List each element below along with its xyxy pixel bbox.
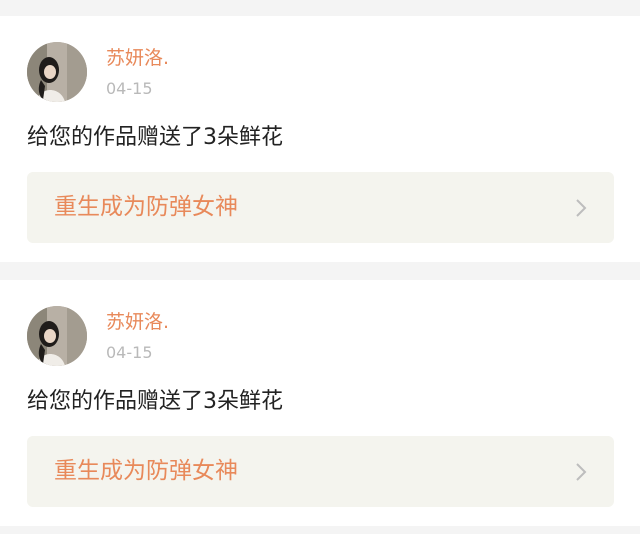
work-link[interactable]: 重生成为防弹女神 — [27, 172, 614, 243]
notification-message: 给您的作品赠送了3朵鲜花 — [27, 125, 283, 150]
notification-feed: 苏妍洛. 04-15 给您的作品赠送了3朵鲜花 重生成为防弹女神 苏妍洛. 04… — [0, 0, 640, 534]
notification-card: 苏妍洛. 04-15 给您的作品赠送了3朵鲜花 重生成为防弹女神 — [0, 16, 640, 262]
work-title: 重生成为防弹女神 — [54, 194, 238, 220]
timestamp: 04-15 — [106, 343, 153, 362]
avatar[interactable] — [27, 42, 87, 102]
timestamp: 04-15 — [106, 79, 153, 98]
username[interactable]: 苏妍洛. — [106, 310, 169, 334]
work-title: 重生成为防弹女神 — [54, 458, 238, 484]
chevron-right-icon — [576, 199, 587, 217]
work-link[interactable]: 重生成为防弹女神 — [27, 436, 614, 507]
username[interactable]: 苏妍洛. — [106, 46, 169, 70]
avatar[interactable] — [27, 306, 87, 366]
notification-message: 给您的作品赠送了3朵鲜花 — [27, 389, 283, 414]
notification-card: 苏妍洛. 04-15 给您的作品赠送了3朵鲜花 重生成为防弹女神 — [0, 280, 640, 526]
chevron-right-icon — [576, 463, 587, 481]
